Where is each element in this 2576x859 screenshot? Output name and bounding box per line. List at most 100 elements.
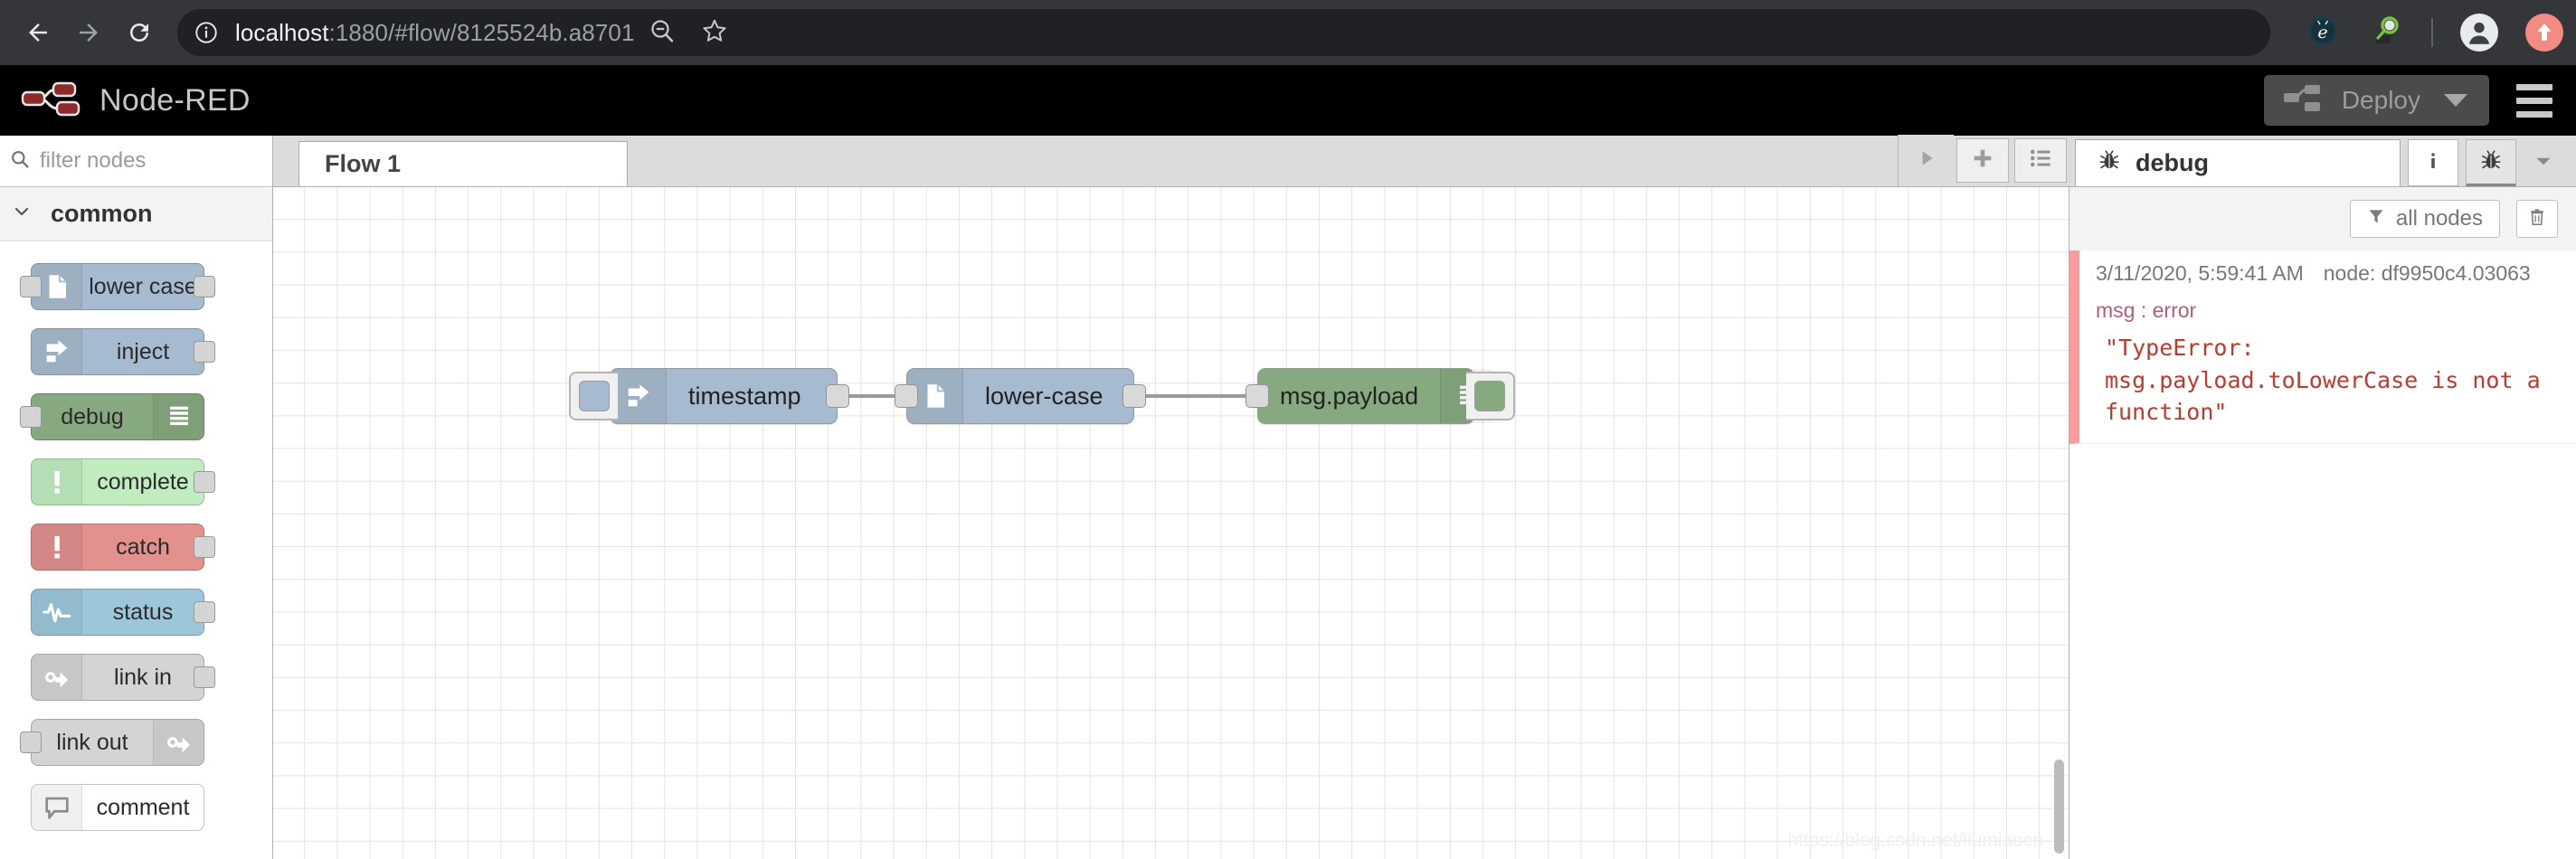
debug-tab-button[interactable] [2466, 139, 2516, 186]
filter-nodes-label: all nodes [2396, 206, 2483, 231]
list-icon [2028, 146, 2053, 175]
node-input-port[interactable] [20, 406, 42, 428]
palette-node-debug[interactable]: debug [0, 384, 272, 449]
header-actions: Deploy [2264, 75, 2556, 126]
search-input[interactable] [40, 148, 263, 174]
flow-node-timestamp[interactable]: timestamp [610, 368, 838, 424]
inject-arrow-icon [32, 329, 82, 374]
debug-tab-label: debug [2136, 149, 2209, 177]
back-button[interactable] [13, 7, 63, 58]
svg-text:e: e [2317, 23, 2327, 42]
watermark-text: https://blog.csdn.net/liumiaocn [1788, 830, 2044, 852]
star-icon[interactable] [700, 16, 729, 50]
node-input-port[interactable] [20, 732, 42, 753]
profile-avatar-icon[interactable] [2460, 14, 2498, 52]
deploy-label: Deploy [2342, 86, 2420, 115]
node-output-port[interactable] [194, 341, 215, 363]
node-input-port[interactable] [20, 276, 42, 297]
flow-node-label: lower-case [963, 382, 1125, 411]
list-flows-button[interactable] [2014, 138, 2067, 183]
debug-message[interactable]: 3/11/2020, 5:59:41 AMnode: df9950c4.0306… [2069, 250, 2576, 444]
tab-debug[interactable]: debug [2075, 139, 2401, 186]
link-arrow-icon [153, 720, 204, 765]
node-output-port[interactable] [194, 601, 215, 623]
forward-button[interactable] [63, 7, 114, 58]
flow-node-label: timestamp [667, 382, 823, 411]
bug-icon [2098, 148, 2121, 178]
url-host: localhost [235, 19, 329, 46]
exclamation-icon [32, 524, 82, 570]
workspace-column: Flow 1 [273, 136, 2069, 859]
palette-node-label: link in [82, 665, 204, 691]
node-red-logo[interactable]: Node-RED [20, 78, 251, 124]
link-arrow-icon [32, 655, 82, 700]
palette-node-comment[interactable]: comment [0, 775, 272, 840]
hamburger-menu-icon[interactable] [2513, 79, 2556, 123]
canvas-scrollbar[interactable] [2054, 760, 2064, 854]
palette-node-complete[interactable]: complete [0, 449, 272, 514]
palette-node-label: comment [82, 795, 204, 821]
palette-category-common[interactable]: common [0, 187, 272, 241]
info-tab-button[interactable] [2408, 139, 2458, 186]
node-input-port[interactable] [895, 384, 918, 408]
debug-toggle-button[interactable] [1466, 372, 1515, 420]
url-path: :1880/#flow/8125524b.a8701 [329, 19, 635, 46]
sidebar-menu-button[interactable] [2516, 139, 2571, 186]
zoom-out-magnifier-icon[interactable] [648, 16, 677, 50]
update-arrow-icon[interactable] [2525, 14, 2563, 52]
browser-toolbar: localhost:1880/#flow/8125524b.a8701 e [0, 0, 2576, 65]
inject-arrow-icon [611, 369, 667, 423]
search-extension-icon[interactable] [2368, 13, 2404, 53]
add-flow-button[interactable] [1956, 138, 2009, 183]
toolbar-divider [2431, 18, 2433, 47]
main-area: common lower caseinject debug complete catc… [0, 136, 2576, 859]
collapse-tabs-button[interactable] [1898, 135, 1954, 186]
palette-node-label: debug [32, 404, 153, 430]
debug-node-id[interactable]: node: df9950c4.03063 [2324, 261, 2531, 285]
palette-node-lower-case[interactable]: lower case [0, 254, 272, 319]
flow-node-msg-payload[interactable]: msg.payload [1257, 368, 1474, 424]
flow-tab-tools [1898, 135, 2069, 186]
node-output-port[interactable] [1122, 384, 1146, 408]
palette-node-link-out[interactable]: link out [0, 710, 272, 775]
bug-icon [2479, 148, 2503, 176]
palette-node-link-in[interactable]: link in [0, 645, 272, 710]
info-circle-icon[interactable] [194, 20, 219, 45]
node-red-logo-icon [20, 78, 83, 124]
inject-trigger-button[interactable] [569, 372, 618, 420]
sidebar-tabbar: debug [2069, 136, 2576, 187]
palette-node-catch[interactable]: catch [0, 514, 272, 580]
address-bar[interactable]: localhost:1880/#flow/8125524b.a8701 [177, 9, 2270, 56]
node-output-port[interactable] [194, 666, 215, 688]
node-output-port[interactable] [194, 536, 215, 558]
tab-flow-1[interactable]: Flow 1 [298, 141, 628, 186]
flow-node-lower-case[interactable]: lower-case [906, 368, 1134, 424]
debug-sidebar: debug [2069, 136, 2576, 859]
deploy-button[interactable]: Deploy [2264, 75, 2489, 126]
trash-icon [2527, 207, 2547, 231]
palette-node-status[interactable]: status [0, 580, 272, 645]
info-i-icon [2422, 149, 2444, 177]
list-lines-icon [153, 394, 204, 439]
debug-message-list[interactable]: 3/11/2020, 5:59:41 AMnode: df9950c4.0306… [2069, 250, 2576, 859]
clear-messages-button[interactable] [2516, 200, 2558, 238]
node-input-port[interactable] [1245, 384, 1269, 408]
filter-nodes-button[interactable]: all nodes [2350, 200, 2500, 238]
node-output-port[interactable] [194, 276, 215, 297]
flow-canvas[interactable]: timestamp lower-case msg.payload https://b… [273, 187, 2069, 859]
app-title: Node-RED [99, 83, 251, 118]
back-arrow-icon [24, 19, 52, 46]
palette-node-inject[interactable]: inject [0, 319, 272, 384]
node-output-port[interactable] [826, 384, 849, 408]
reload-button[interactable] [114, 7, 165, 58]
evernote-extension-icon[interactable]: e [2305, 13, 2341, 53]
palette-node-label: complete [82, 469, 204, 496]
debug-message-body: "TypeError: msg.payload.toLowerCase is n… [2096, 332, 2562, 429]
chevron-down-icon[interactable] [2444, 94, 2467, 107]
url-text: localhost:1880/#flow/8125524b.a8701 [235, 19, 635, 47]
funnel-icon [2367, 206, 2385, 231]
reload-icon [126, 19, 153, 46]
node-output-port[interactable] [194, 471, 215, 493]
speech-bubble-icon [32, 785, 82, 830]
flow-tabbar: Flow 1 [273, 136, 2069, 187]
